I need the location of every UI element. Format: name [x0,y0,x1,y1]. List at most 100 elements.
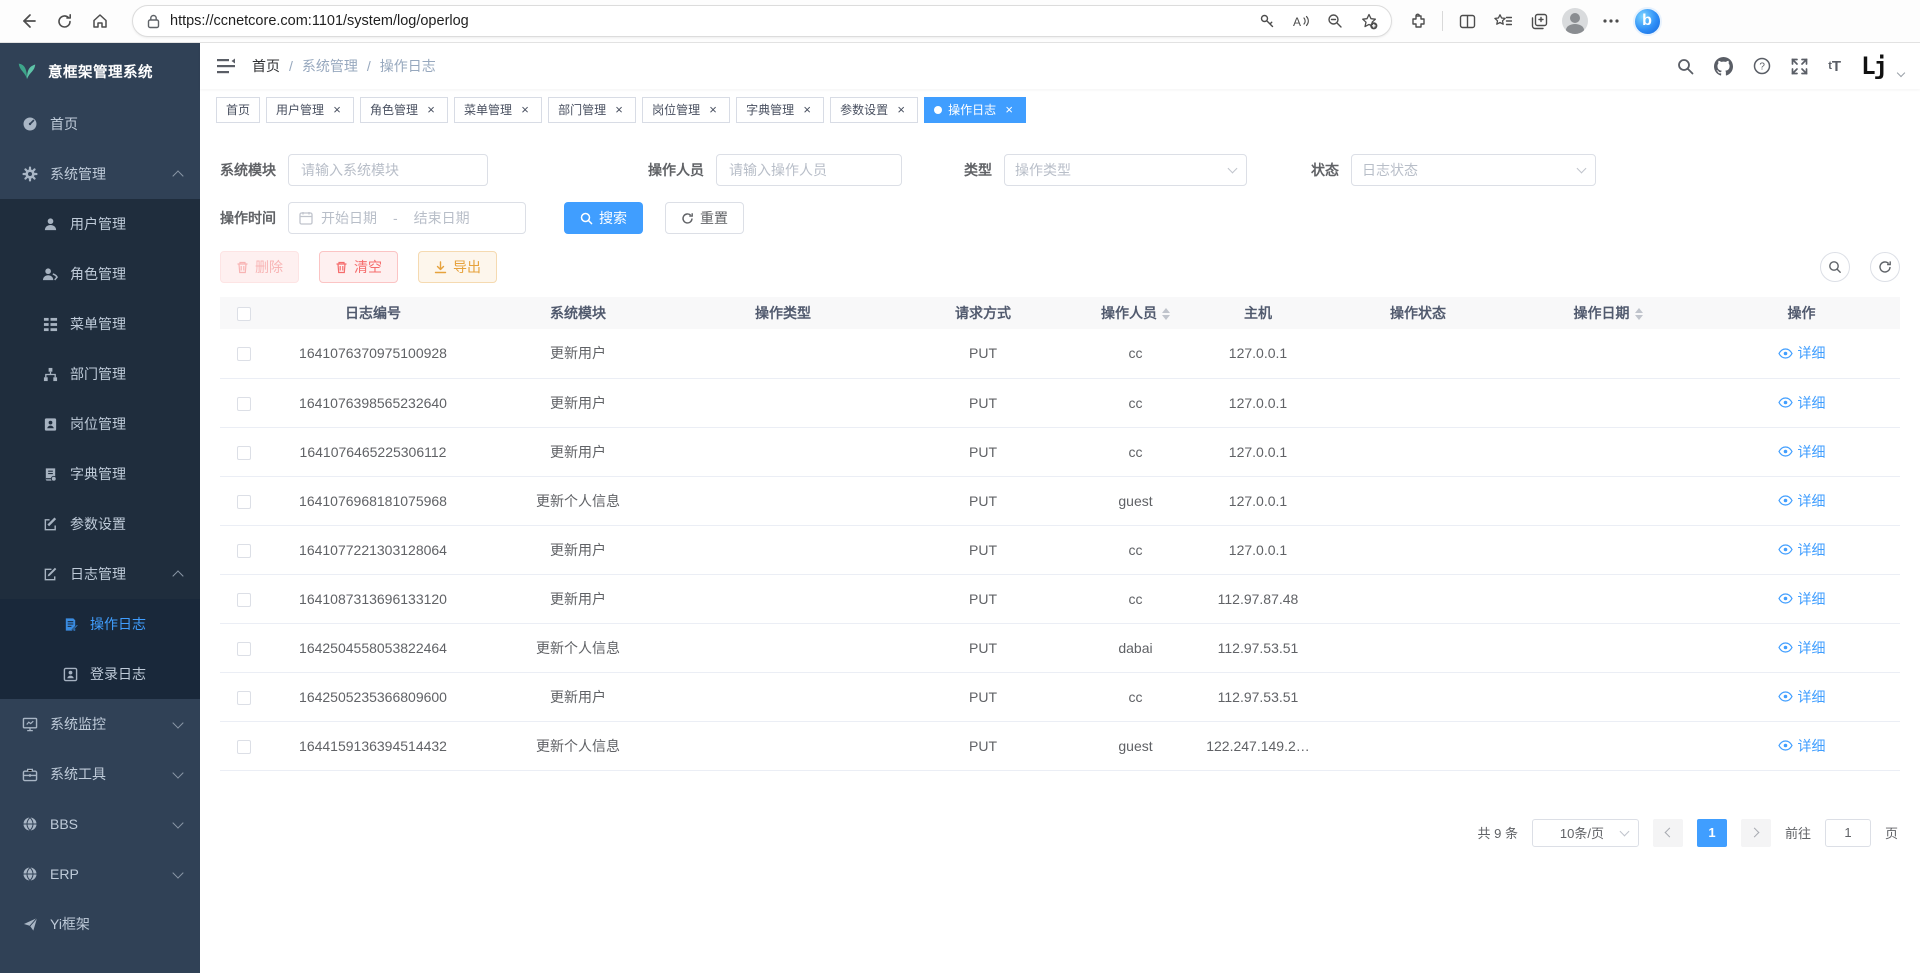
refresh-table-button[interactable] [1870,252,1900,282]
tab-actions-icon[interactable] [1521,4,1557,38]
breadcrumb-system[interactable]: 系统管理 [302,56,358,76]
sort-control[interactable] [1635,308,1643,320]
sidebar-item-system-management[interactable]: 系统管理 [0,149,200,199]
sidebar-item-system-tools[interactable]: 系统工具 [0,749,200,799]
detail-link[interactable]: 详细 [1778,491,1826,511]
type-select[interactable]: 操作类型 [1004,154,1247,186]
tab-home[interactable]: 首页 [216,97,260,123]
close-icon[interactable]: × [518,103,532,117]
row-checkbox[interactable] [237,347,251,361]
page-number-1[interactable]: 1 [1697,819,1727,847]
sidebar-collapse-icon[interactable] [216,57,236,75]
extensions-icon[interactable] [1400,4,1436,38]
row-checkbox[interactable] [237,397,251,411]
close-icon[interactable]: × [424,103,438,117]
detail-link[interactable]: 详细 [1778,589,1826,609]
back-icon[interactable] [10,4,46,38]
row-checkbox[interactable] [237,691,251,705]
detail-link[interactable]: 详细 [1778,442,1826,462]
password-key-icon[interactable] [1251,7,1283,35]
delete-button[interactable]: 删除 [220,251,299,283]
detail-link[interactable]: 详细 [1778,343,1826,363]
close-icon[interactable]: × [800,103,814,117]
detail-link[interactable]: 详细 [1778,736,1826,756]
help-icon[interactable]: ? [1753,57,1771,75]
tab-menu-management[interactable]: 菜单管理× [454,97,542,123]
tab-post-management[interactable]: 岗位管理× [642,97,730,123]
github-icon[interactable] [1714,57,1733,76]
close-icon[interactable]: × [330,103,344,117]
sidebar-item-home[interactable]: 首页 [0,99,200,149]
read-aloud-icon[interactable]: A [1285,7,1317,35]
sidebar-item-post-management[interactable]: 岗位管理 [0,399,200,449]
font-size-icon[interactable]: tT [1828,58,1841,75]
row-checkbox[interactable] [237,544,251,558]
close-icon[interactable]: × [612,103,626,117]
sidebar-item-bbs[interactable]: BBS [0,799,200,849]
detail-link[interactable]: 详细 [1778,540,1826,560]
split-screen-icon[interactable] [1449,4,1485,38]
sidebar-item-erp[interactable]: ERP [0,849,200,899]
sidebar-item-menu-management[interactable]: 菜单管理 [0,299,200,349]
row-checkbox[interactable] [237,446,251,460]
profile-avatar[interactable] [1557,4,1593,38]
favorites-add-icon[interactable] [1353,7,1385,35]
sidebar-item-yi-framework[interactable]: Yi框架 [0,899,200,949]
prev-page-button[interactable] [1653,819,1683,847]
framework-logo[interactable]: Lj [1861,54,1886,78]
address-bar[interactable]: https://ccnetcore.com:1101/system/log/op… [132,5,1392,37]
sidebar-item-system-monitor[interactable]: 系统监控 [0,699,200,749]
status-select[interactable]: 日志状态 [1351,154,1596,186]
detail-link[interactable]: 详细 [1778,638,1826,658]
sidebar-item-log-management[interactable]: 日志管理 [0,549,200,599]
page-size-select[interactable]: 10条/页 [1532,819,1639,847]
date-range-picker[interactable]: 开始日期 - 结束日期 [288,202,526,234]
detail-link[interactable]: 详细 [1778,687,1826,707]
goto-page-input[interactable] [1825,819,1871,847]
row-checkbox[interactable] [237,740,251,754]
refresh-icon[interactable] [46,4,82,38]
copilot-icon[interactable]: b [1629,4,1665,38]
tab-department-management[interactable]: 部门管理× [548,97,636,123]
search-button[interactable]: 搜索 [564,202,643,234]
dropdown-caret-icon[interactable] [1897,69,1905,77]
header-search-icon[interactable] [1677,58,1694,75]
next-page-button[interactable] [1741,819,1771,847]
sidebar-item-role-management[interactable]: 角色管理 [0,249,200,299]
sidebar-item-dictionary-management[interactable]: 字典管理 [0,449,200,499]
collections-icon[interactable] [1485,4,1521,38]
select-all-checkbox[interactable] [237,307,251,321]
row-checkbox[interactable] [237,593,251,607]
row-checkbox[interactable] [237,642,251,656]
close-icon[interactable]: × [1002,103,1016,117]
sidebar-item-department-management[interactable]: 部门管理 [0,349,200,399]
fullscreen-icon[interactable] [1791,58,1808,75]
zoom-out-icon[interactable] [1319,7,1351,35]
clear-button[interactable]: 清空 [319,251,398,283]
sidebar-item-parameter-settings[interactable]: 参数设置 [0,499,200,549]
toggle-search-button[interactable] [1820,252,1850,282]
detail-link[interactable]: 详细 [1778,393,1826,413]
sort-control[interactable] [1162,308,1170,320]
tab-dictionary-management[interactable]: 字典管理× [736,97,824,123]
tab-operation-log[interactable]: 操作日志× [924,97,1026,123]
cell-type [678,623,888,672]
settings-more-icon[interactable] [1593,4,1629,38]
tab-role-management[interactable]: 角色管理× [360,97,448,123]
app-logo[interactable]: 意框架管理系统 [0,43,200,99]
sidebar-item-login-log[interactable]: 登录日志 [0,649,200,699]
close-icon[interactable]: × [706,103,720,117]
home-icon[interactable] [82,4,118,38]
breadcrumb-home[interactable]: 首页 [252,56,280,76]
row-checkbox[interactable] [237,495,251,509]
sidebar-item-user-management[interactable]: 用户管理 [0,199,200,249]
sidebar-item-operation-log[interactable]: 操作日志 [0,599,200,649]
module-input[interactable] [288,154,488,186]
close-icon[interactable]: × [894,103,908,117]
export-button[interactable]: 导出 [418,251,497,283]
reset-button[interactable]: 重置 [665,202,744,234]
operator-input[interactable] [716,154,902,186]
tab-parameter-settings[interactable]: 参数设置× [830,97,918,123]
eye-icon [1778,642,1793,653]
tab-user-management[interactable]: 用户管理× [266,97,354,123]
